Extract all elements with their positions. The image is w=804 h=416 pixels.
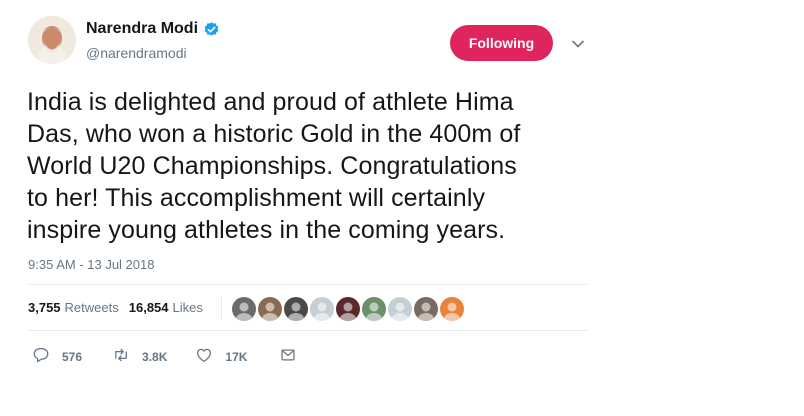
like-button[interactable]: 17K	[195, 346, 247, 367]
retweet-count: 3.8K	[142, 349, 168, 364]
tweet-line: India is delighted and proud of athlete …	[27, 88, 514, 116]
author-handle[interactable]: @narendramodi	[86, 45, 187, 61]
divider	[28, 284, 588, 285]
retweets-stat-label: Retweets	[64, 300, 119, 315]
tweet-card: Narendra Modi @narendramodi Following In…	[0, 0, 804, 416]
tweet-actions: 576 3.8K 17K	[28, 346, 297, 367]
liker-avatar-5[interactable]	[336, 297, 360, 321]
likes-stat[interactable]: 16,854 Likes	[129, 300, 203, 315]
tweet-line: to her! This accomplishment will certain…	[27, 184, 486, 212]
liker-avatar-1[interactable]	[232, 297, 256, 321]
retweets-stat[interactable]: 3,755 Retweets	[28, 300, 119, 315]
tweet-line: inspire young athletes in the coming yea…	[27, 216, 506, 244]
direct-message-button[interactable]	[279, 346, 297, 367]
reply-button[interactable]: 576	[32, 346, 82, 367]
liker-avatar-6[interactable]	[362, 297, 386, 321]
direct-message-icon	[279, 346, 297, 367]
tweet-text: India is delighted and proud of athlete …	[27, 86, 597, 246]
tweet-line: World U20 Championships. Congratulations	[27, 152, 517, 180]
stats-separator	[221, 296, 222, 320]
liker-avatars	[232, 297, 466, 321]
divider	[28, 330, 588, 331]
like-count: 17K	[225, 349, 248, 364]
liker-avatar-4[interactable]	[310, 297, 334, 321]
retweets-stat-count: 3,755	[28, 300, 61, 315]
like-icon	[195, 346, 213, 367]
liker-avatar-8[interactable]	[414, 297, 438, 321]
liker-avatar-3[interactable]	[284, 297, 308, 321]
retweet-icon	[112, 346, 130, 367]
author-avatar[interactable]	[28, 16, 76, 64]
tweet-line: Das, who won a historic Gold in the 400m…	[27, 120, 521, 148]
author-name[interactable]: Narendra Modi	[86, 20, 198, 38]
liker-avatar-7[interactable]	[388, 297, 412, 321]
liker-avatar-9[interactable]	[440, 297, 464, 321]
verified-badge-icon	[203, 21, 220, 38]
following-button[interactable]: Following	[450, 25, 553, 61]
engagement-stats: 3,755 Retweets 16,854 Likes	[28, 300, 213, 315]
reply-icon	[32, 346, 50, 367]
likes-stat-label: Likes	[172, 300, 203, 315]
retweet-button[interactable]: 3.8K	[112, 346, 167, 367]
likes-stat-count: 16,854	[128, 300, 169, 315]
tweet-timestamp[interactable]: 9:35 AM - 13 Jul 2018	[28, 257, 154, 272]
reply-count: 576	[62, 349, 83, 364]
chevron-down-icon[interactable]	[570, 36, 586, 52]
liker-avatar-2[interactable]	[258, 297, 282, 321]
